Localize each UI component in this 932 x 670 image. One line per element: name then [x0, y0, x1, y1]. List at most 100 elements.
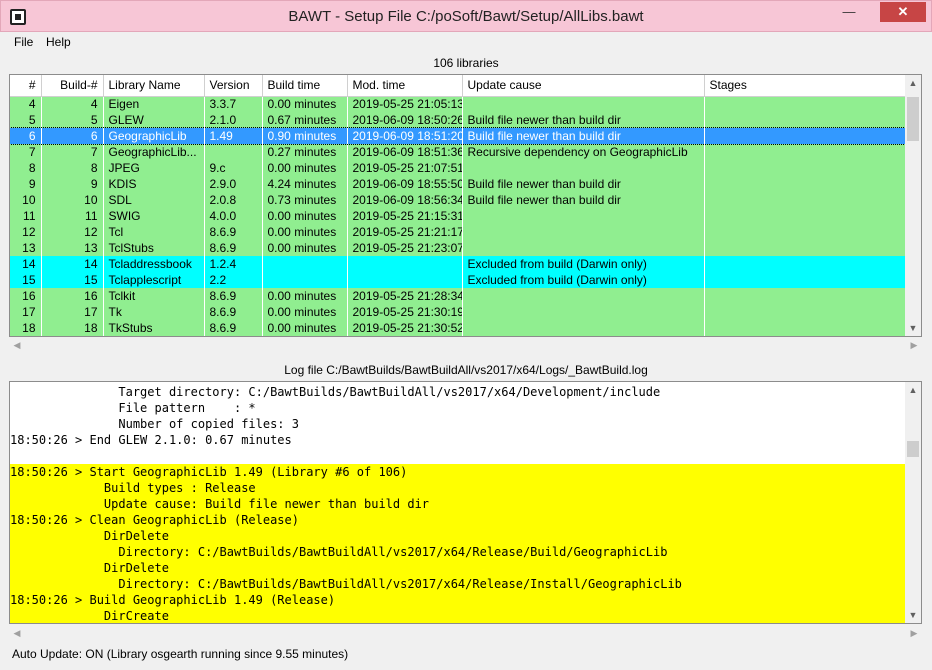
log-line: DirDelete [10, 560, 906, 576]
row-update-cause [462, 96, 705, 112]
table-row[interactable]: 5 5 GLEW 2.1.0 0.67 minutes 2019-06-09 18:50:… [10, 112, 908, 128]
row-build-number: 11 [41, 208, 104, 224]
row-mod-time: 2019-06-09 18:51:20 [347, 128, 463, 144]
col-header-version[interactable]: Version [204, 75, 263, 97]
table-row[interactable]: 18 18 TkStubs 8.6.9 0.00 minutes 2019-05-25 2… [10, 320, 908, 336]
row-build-time: 0.27 minutes [262, 144, 348, 160]
table-header: # Build-# Library Name Version Build tim… [10, 75, 908, 97]
row-stages [704, 288, 908, 304]
table-row[interactable]: 16 16 Tclkit 8.6.9 0.00 minutes 2019-05-25 21… [10, 288, 908, 304]
menu-file[interactable]: File [14, 35, 33, 49]
row-version: 8.6.9 [204, 304, 263, 320]
table-horizontal-scrollbar[interactable]: ◀ ▶ [9, 337, 922, 354]
row-version: 4.0.0 [204, 208, 263, 224]
log-line: 18:50:26 > Build GeographicLib 1.49 (Rel… [10, 592, 906, 608]
row-update-cause [462, 304, 705, 320]
row-mod-time: 2019-05-25 21:05:13 [347, 96, 463, 112]
col-header-mod-time[interactable]: Mod. time [347, 75, 463, 97]
log-line: Directory: C:/BawtBuilds/BawtBuildAll/vs… [10, 544, 906, 560]
row-mod-time [347, 272, 463, 288]
row-mod-time: 2019-06-09 18:50:26 [347, 112, 463, 128]
row-version: 8.6.9 [204, 240, 263, 256]
row-build-time [262, 272, 348, 288]
col-header-build-number[interactable]: Build-# [41, 75, 104, 97]
scrollbar-thumb[interactable] [907, 441, 919, 457]
table-row[interactable]: 10 10 SDL 2.0.8 0.73 minutes 2019-06-09 18:56… [10, 192, 908, 208]
row-build-number: 17 [41, 304, 104, 320]
menu-help[interactable]: Help [46, 35, 71, 49]
up-arrow-icon[interactable]: ▲ [905, 75, 921, 91]
close-button[interactable]: ✕ [880, 2, 926, 22]
table-row[interactable]: 4 4 Eigen 3.3.7 0.00 minutes 2019-05-25 21:05… [10, 96, 908, 112]
table-row[interactable]: 7 7 GeographicLib... 0.27 minutes 2019-06-09… [10, 144, 908, 160]
table-row[interactable]: 11 11 SWIG 4.0.0 0.00 minutes 2019-05-25 21:1… [10, 208, 908, 224]
table-row[interactable]: 13 13 TclStubs 8.6.9 0.00 minutes 2019-05-25 … [10, 240, 908, 256]
row-build-time: 0.90 minutes [262, 128, 348, 144]
log-horizontal-scrollbar[interactable]: ◀ ▶ [9, 625, 922, 642]
table-row[interactable]: 14 14 Tcladdressbook 1.2.4 Excluded from bui… [10, 256, 908, 272]
table-row[interactable]: 17 17 Tk 8.6.9 0.00 minutes 2019-05-25 21:30:… [10, 304, 908, 320]
row-library-name: TclStubs [103, 240, 205, 256]
window-title: BAWT - Setup File C:/poSoft/Bawt/Setup/A… [288, 8, 644, 25]
table-row[interactable]: 15 15 Tclapplescript 2.2 Excluded from build… [10, 272, 908, 288]
col-header-index[interactable]: # [10, 75, 42, 97]
row-version: 9.c [204, 160, 263, 176]
table-row[interactable]: 12 12 Tcl 8.6.9 0.00 minutes 2019-05-25 21:21… [10, 224, 908, 240]
row-index: 9 [10, 176, 42, 192]
row-version: 1.2.4 [204, 256, 263, 272]
down-arrow-icon[interactable]: ▼ [905, 607, 921, 623]
col-header-stages[interactable]: Stages [704, 75, 908, 97]
row-index: 5 [10, 112, 42, 128]
log-panel: Target directory: C:/BawtBuilds/BawtBuil… [9, 381, 922, 624]
col-header-update-cause[interactable]: Update cause [462, 75, 705, 97]
title-bar[interactable]: BAWT - Setup File C:/poSoft/Bawt/Setup/A… [0, 0, 932, 32]
row-build-time: 0.73 minutes [262, 192, 348, 208]
row-build-number: 16 [41, 288, 104, 304]
up-arrow-icon[interactable]: ▲ [905, 382, 921, 398]
table-row[interactable]: 8 8 JPEG 9.c 0.00 minutes 2019-05-25 21:07:51 [10, 160, 908, 176]
down-arrow-icon[interactable]: ▼ [905, 320, 921, 336]
row-library-name: SWIG [103, 208, 205, 224]
row-library-name: GeographicLib... [103, 144, 205, 160]
row-update-cause [462, 288, 705, 304]
row-update-cause [462, 320, 705, 336]
row-mod-time: 2019-05-25 21:30:52 [347, 320, 463, 336]
row-library-name: TkStubs [103, 320, 205, 336]
row-build-number: 8 [41, 160, 104, 176]
minimize-button[interactable]: — [836, 2, 862, 22]
log-vertical-scrollbar[interactable]: ▲ ▼ [905, 382, 921, 623]
left-arrow-icon[interactable]: ◀ [9, 625, 25, 642]
row-build-number: 15 [41, 272, 104, 288]
row-index: 18 [10, 320, 42, 336]
row-version: 8.6.9 [204, 288, 263, 304]
row-mod-time: 2019-06-09 18:51:36 [347, 144, 463, 160]
right-arrow-icon[interactable]: ▶ [906, 625, 922, 642]
left-arrow-icon[interactable]: ◀ [9, 337, 25, 354]
row-build-time: 0.67 minutes [262, 112, 348, 128]
row-mod-time: 2019-05-25 21:21:17 [347, 224, 463, 240]
row-update-cause: Recursive dependency on GeographicLib [462, 144, 705, 160]
scrollbar-thumb[interactable] [907, 97, 919, 141]
table-vertical-scrollbar[interactable]: ▲ ▼ [905, 75, 921, 336]
right-arrow-icon[interactable]: ▶ [906, 337, 922, 354]
row-build-number: 5 [41, 112, 104, 128]
table-row[interactable]: 9 9 KDIS 2.9.0 4.24 minutes 2019-06-09 18:55:… [10, 176, 908, 192]
table-row[interactable]: 6 6 GeographicLib 1.49 0.90 minutes 2019-06-0… [10, 127, 908, 145]
row-stages [704, 112, 908, 128]
col-header-library-name[interactable]: Library Name [103, 75, 205, 97]
row-version: 8.6.9 [204, 224, 263, 240]
log-line: Directory: C:/BawtBuilds/BawtBuildAll/vs… [10, 576, 906, 592]
row-stages [704, 256, 908, 272]
row-library-name: Tk [103, 304, 205, 320]
row-build-number: 7 [41, 144, 104, 160]
log-line: 18:50:26 > Start GeographicLib 1.49 (Lib… [10, 464, 906, 480]
row-mod-time: 2019-06-09 18:55:50 [347, 176, 463, 192]
col-header-build-time[interactable]: Build time [262, 75, 348, 97]
row-library-name: Tclkit [103, 288, 205, 304]
log-file-label: Log file C:/BawtBuilds/BawtBuildAll/vs20… [284, 363, 648, 377]
row-update-cause: Excluded from build (Darwin only) [462, 272, 705, 288]
row-index: 11 [10, 208, 42, 224]
row-build-time: 0.00 minutes [262, 208, 348, 224]
log-line: 18:50:26 > End GLEW 2.1.0: 0.67 minutes [10, 433, 292, 447]
row-build-number: 6 [41, 128, 104, 144]
